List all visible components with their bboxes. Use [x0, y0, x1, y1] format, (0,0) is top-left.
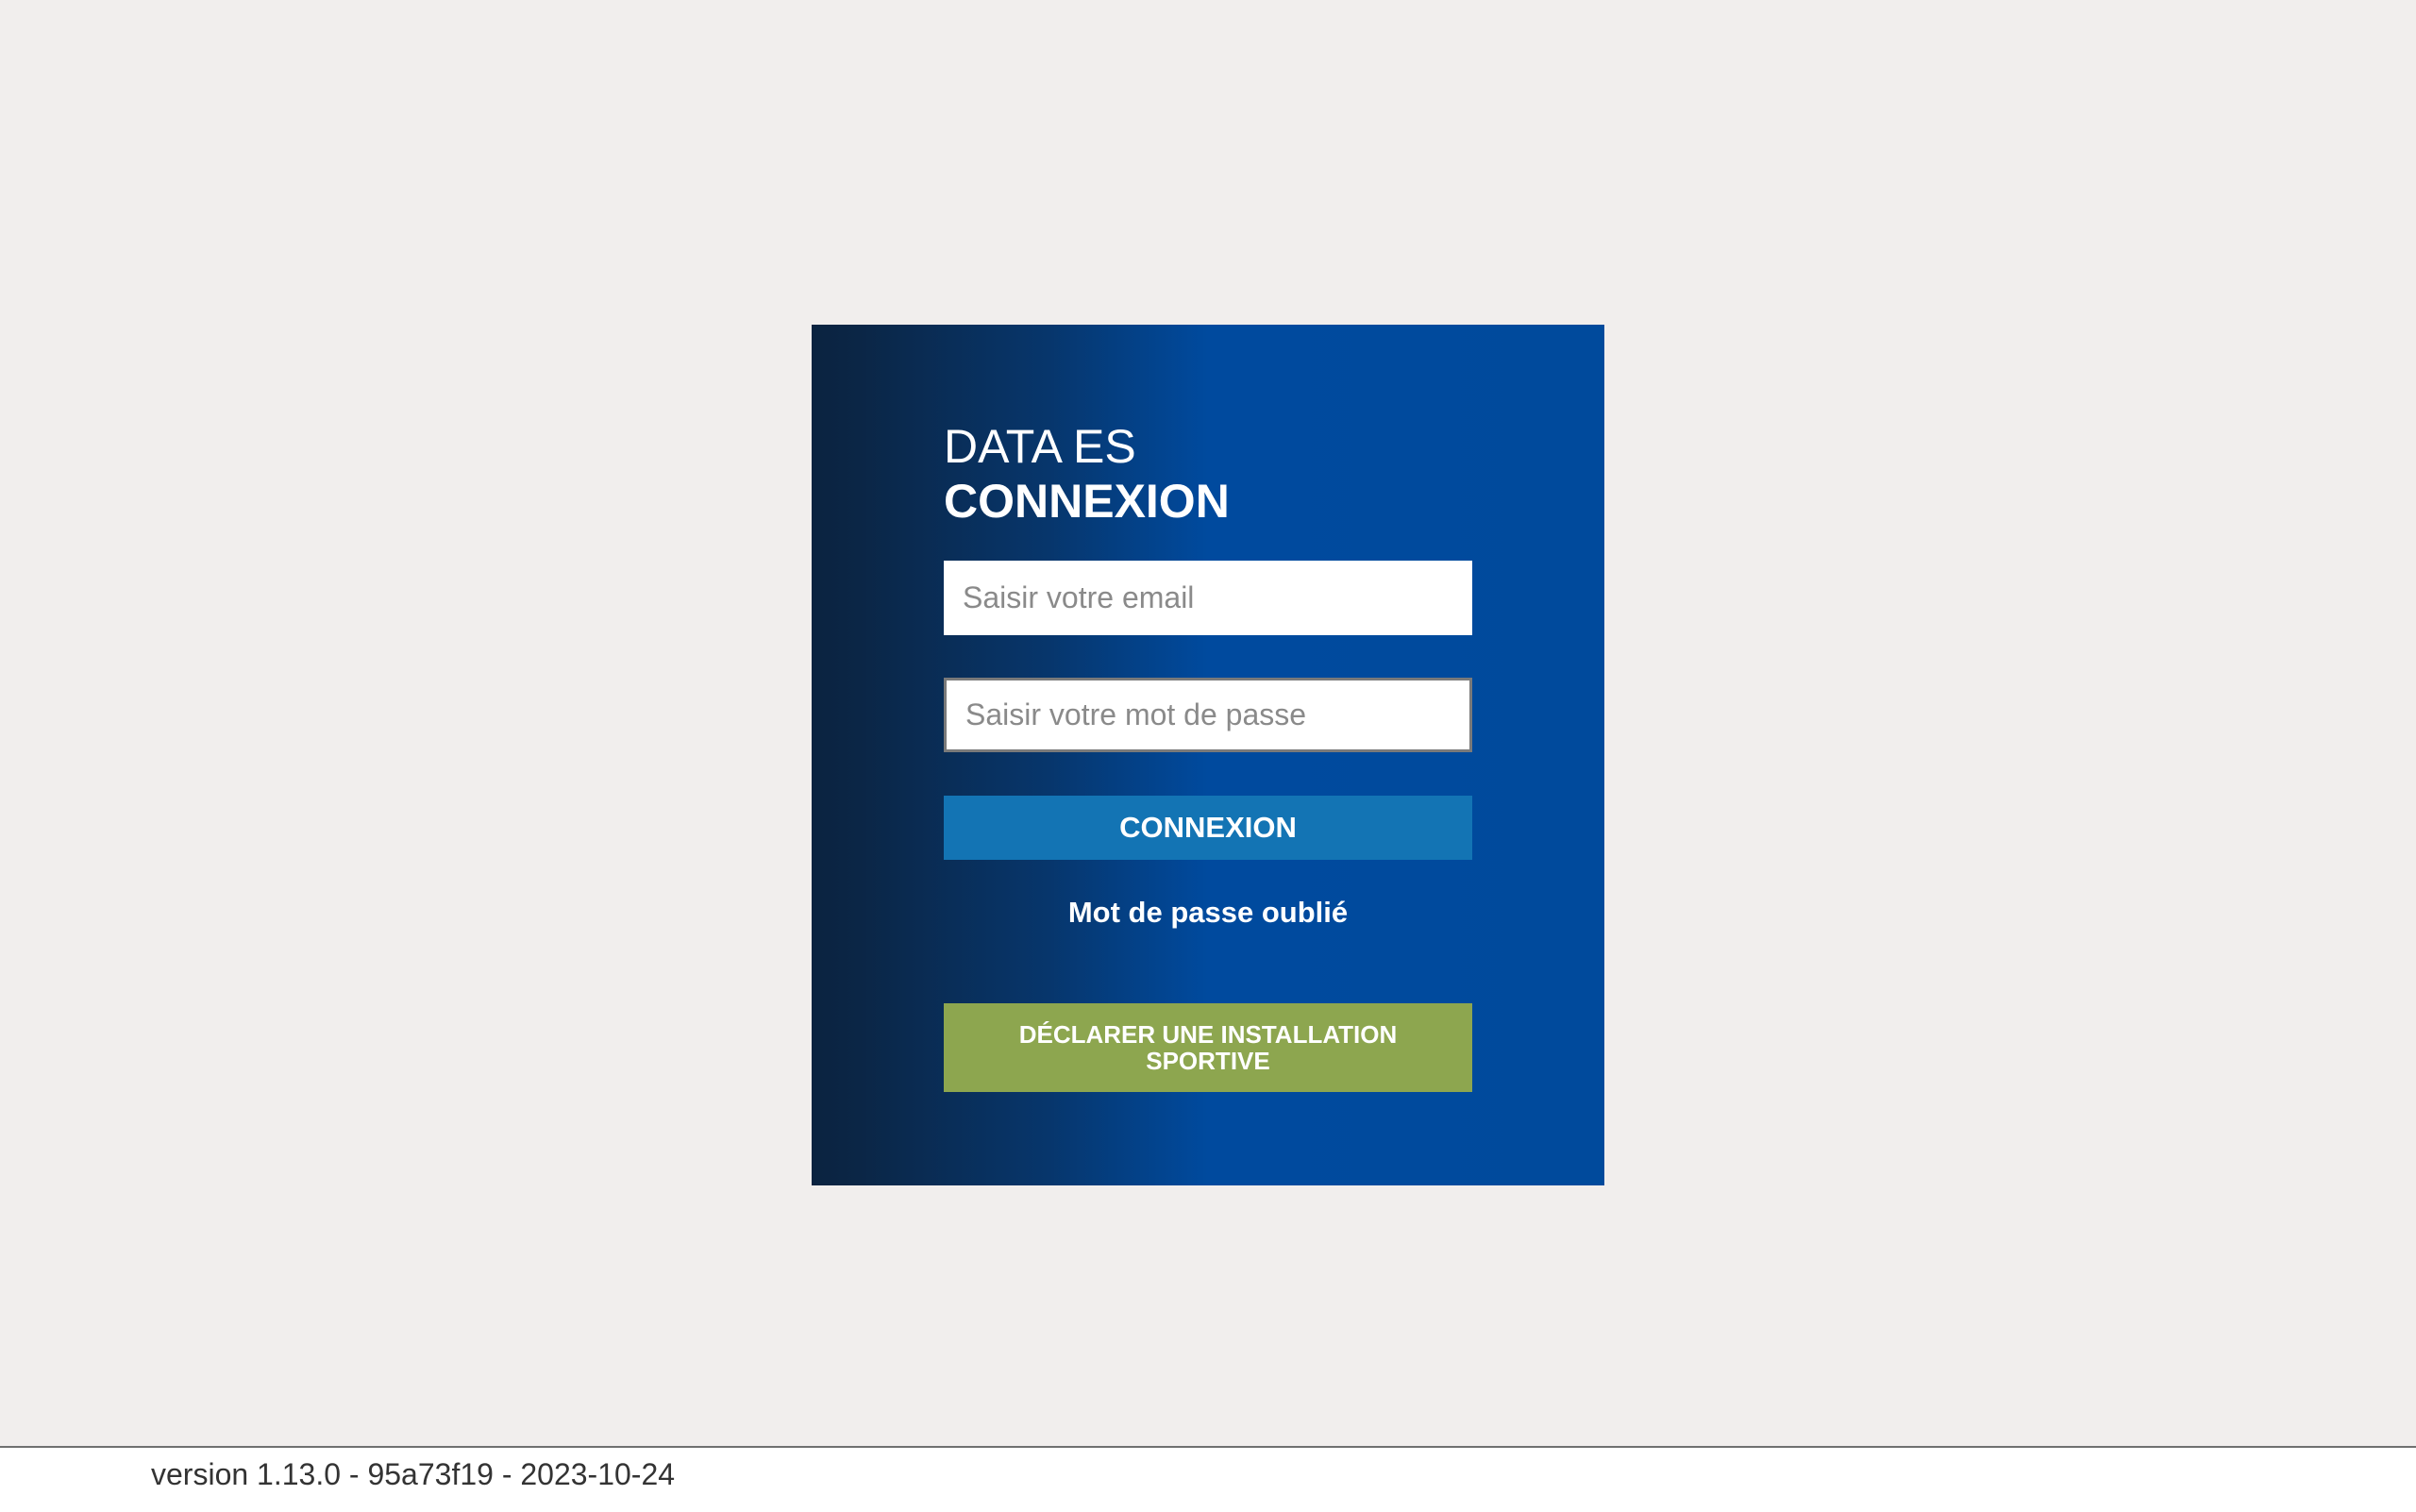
login-card: DATA ES CONNEXION CONNEXION Mot de passe… — [812, 325, 1604, 1185]
login-button[interactable]: CONNEXION — [944, 796, 1472, 860]
declare-installation-button[interactable]: DÉCLARER UNE INSTALLATION SPORTIVE — [944, 1003, 1472, 1092]
app-name: DATA ES — [944, 420, 1136, 473]
page-title: CONNEXION — [944, 475, 1230, 528]
password-input[interactable] — [944, 678, 1472, 752]
login-title: DATA ES CONNEXION — [944, 419, 1230, 529]
footer: version 1.13.0 - 95a73f19 - 2023-10-24 — [0, 1446, 2416, 1512]
version-text: version 1.13.0 - 95a73f19 - 2023-10-24 — [151, 1457, 676, 1491]
email-input[interactable] — [944, 561, 1472, 635]
forgot-password-link[interactable]: Mot de passe oublié — [944, 896, 1472, 930]
